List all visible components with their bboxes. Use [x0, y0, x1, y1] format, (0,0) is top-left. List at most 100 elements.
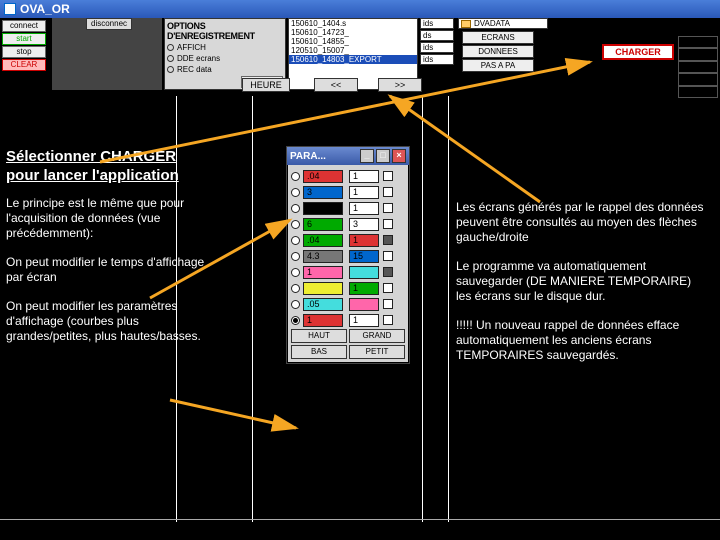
right-p1: Les écrans générés par le rappel des don… [456, 200, 708, 245]
thumb-grid [678, 36, 718, 98]
radio-icon[interactable] [291, 204, 300, 213]
radio-icon[interactable] [291, 268, 300, 277]
checkbox-icon[interactable] [383, 203, 393, 213]
clear-button[interactable]: CLEAR [2, 59, 46, 71]
option-ecrans: DDE ecrans [177, 54, 220, 63]
para-value-1[interactable]: .04 [303, 234, 343, 247]
preview-panel: disconnec [52, 18, 162, 90]
para-value-1[interactable]: 3 [303, 186, 343, 199]
para-grand-button[interactable]: GRAND [349, 329, 405, 343]
list-item[interactable]: 120510_15007_ [289, 46, 417, 55]
stop-button[interactable]: stop [2, 46, 46, 58]
maximize-icon[interactable]: □ [376, 149, 390, 163]
pasapas-button[interactable]: PAS A PA [462, 59, 534, 72]
ext-item: ds [420, 30, 454, 41]
right-p3: !!!!! Un nouveau rappel de données effac… [456, 318, 708, 363]
radio-icon[interactable] [291, 300, 300, 309]
radio-icon[interactable] [167, 55, 174, 62]
list-item[interactable]: 150610_1404.s [289, 19, 417, 28]
list-item[interactable]: 150610_14723_ [289, 28, 417, 37]
radio-icon[interactable] [167, 44, 174, 51]
para-value-2[interactable]: 1 [349, 234, 379, 247]
para-row: 01 [291, 201, 405, 215]
para-title: PARA... [290, 151, 326, 162]
para-row: .04 1 [291, 233, 405, 247]
right-text-column: Les écrans générés par le rappel des don… [456, 200, 708, 377]
para-bas-button[interactable]: BAS [291, 345, 347, 359]
close-icon[interactable]: × [392, 149, 406, 163]
connect-button[interactable]: connect [2, 20, 46, 32]
para-row: 1 [291, 265, 405, 279]
para-value-2[interactable]: 1 [349, 282, 379, 295]
ext-item: ids [420, 42, 454, 53]
para-petit-button[interactable]: PETIT [349, 345, 405, 359]
checkbox-icon[interactable] [383, 235, 393, 245]
nav-prev-button[interactable]: << [314, 78, 358, 92]
minimize-icon[interactable]: _ [360, 149, 374, 163]
checkbox-icon[interactable] [383, 283, 393, 293]
list-item-selected[interactable]: 150610_14803_EXPORT [289, 55, 417, 64]
ext-item: ids [420, 54, 454, 65]
checkbox-icon[interactable] [383, 171, 393, 181]
start-button[interactable]: start [2, 33, 46, 45]
para-titlebar[interactable]: PARA... _ □ × [287, 147, 409, 165]
radio-icon[interactable] [291, 284, 300, 293]
para-value-2[interactable]: 15 [349, 250, 379, 263]
radio-icon[interactable] [291, 220, 300, 229]
radio-icon[interactable] [291, 252, 300, 261]
para-value-1[interactable]: 0 [303, 202, 343, 215]
para-value-2[interactable]: 1 [349, 202, 379, 215]
list-item[interactable]: 150610_14855_ [289, 37, 417, 46]
folder-name: DVADATA [474, 19, 510, 28]
option-recdata: REC data [177, 65, 212, 74]
left-text-column: Sélectionner CHARGER pour lancer l'appli… [6, 148, 206, 358]
para-haut-button[interactable]: HAUT [291, 329, 347, 343]
heure-button[interactable]: HEURE [242, 78, 290, 92]
para-value-1[interactable]: .05 [303, 298, 343, 311]
checkbox-icon[interactable] [383, 267, 393, 277]
left-heading: Sélectionner CHARGER pour lancer l'appli… [6, 148, 206, 186]
folder-field[interactable]: DVADATA [458, 18, 548, 29]
para-value-1[interactable]: .04 [303, 170, 343, 183]
para-row: .04 1 [291, 169, 405, 183]
para-row: 31 [291, 185, 405, 199]
checkbox-icon[interactable] [383, 187, 393, 197]
divider [448, 96, 449, 522]
checkbox-icon[interactable] [383, 251, 393, 261]
left-p1: Le principe est le même que pour l'acqui… [6, 196, 206, 241]
para-row: .05 [291, 297, 405, 311]
checkbox-icon[interactable] [383, 299, 393, 309]
ecrans-button[interactable]: ECRANS [462, 31, 534, 44]
para-value-1[interactable] [303, 282, 343, 295]
checkbox-icon[interactable] [383, 315, 393, 325]
nav-next-button[interactable]: >> [378, 78, 422, 92]
para-row: 4.3 15 [291, 249, 405, 263]
para-value-1[interactable]: 4.3 [303, 250, 343, 263]
radio-icon[interactable] [291, 316, 300, 325]
para-body: .041310163.0414.31511.0511HAUTGRANDBASPE… [287, 165, 409, 363]
divider [252, 96, 253, 522]
window-title: OVA_OR [20, 2, 70, 16]
para-value-2[interactable]: 1 [349, 170, 379, 183]
donnees-button[interactable]: DONNEES [462, 45, 534, 58]
para-value-2[interactable]: 1 [349, 186, 379, 199]
charger-button[interactable]: CHARGER [602, 44, 674, 60]
checkbox-icon[interactable] [383, 219, 393, 229]
para-value-2[interactable]: 3 [349, 218, 379, 231]
para-value-2[interactable]: 1 [349, 314, 379, 327]
para-value-1[interactable]: 6 [303, 218, 343, 231]
para-value-1[interactable]: 1 [303, 266, 343, 279]
para-value-2[interactable] [349, 266, 379, 279]
para-value-1[interactable]: 1 [303, 314, 343, 327]
radio-icon[interactable] [291, 172, 300, 181]
radio-icon[interactable] [291, 188, 300, 197]
ext-item: ids [420, 18, 454, 29]
para-value-2[interactable] [349, 298, 379, 311]
divider [0, 519, 720, 520]
radio-icon[interactable] [291, 236, 300, 245]
ext-column: ids ds ids ids [420, 18, 454, 90]
disconnect-button[interactable]: disconnec [86, 18, 132, 30]
option-affich: AFFICH [177, 43, 206, 52]
folder-icon [461, 20, 471, 28]
radio-icon[interactable] [167, 66, 174, 73]
